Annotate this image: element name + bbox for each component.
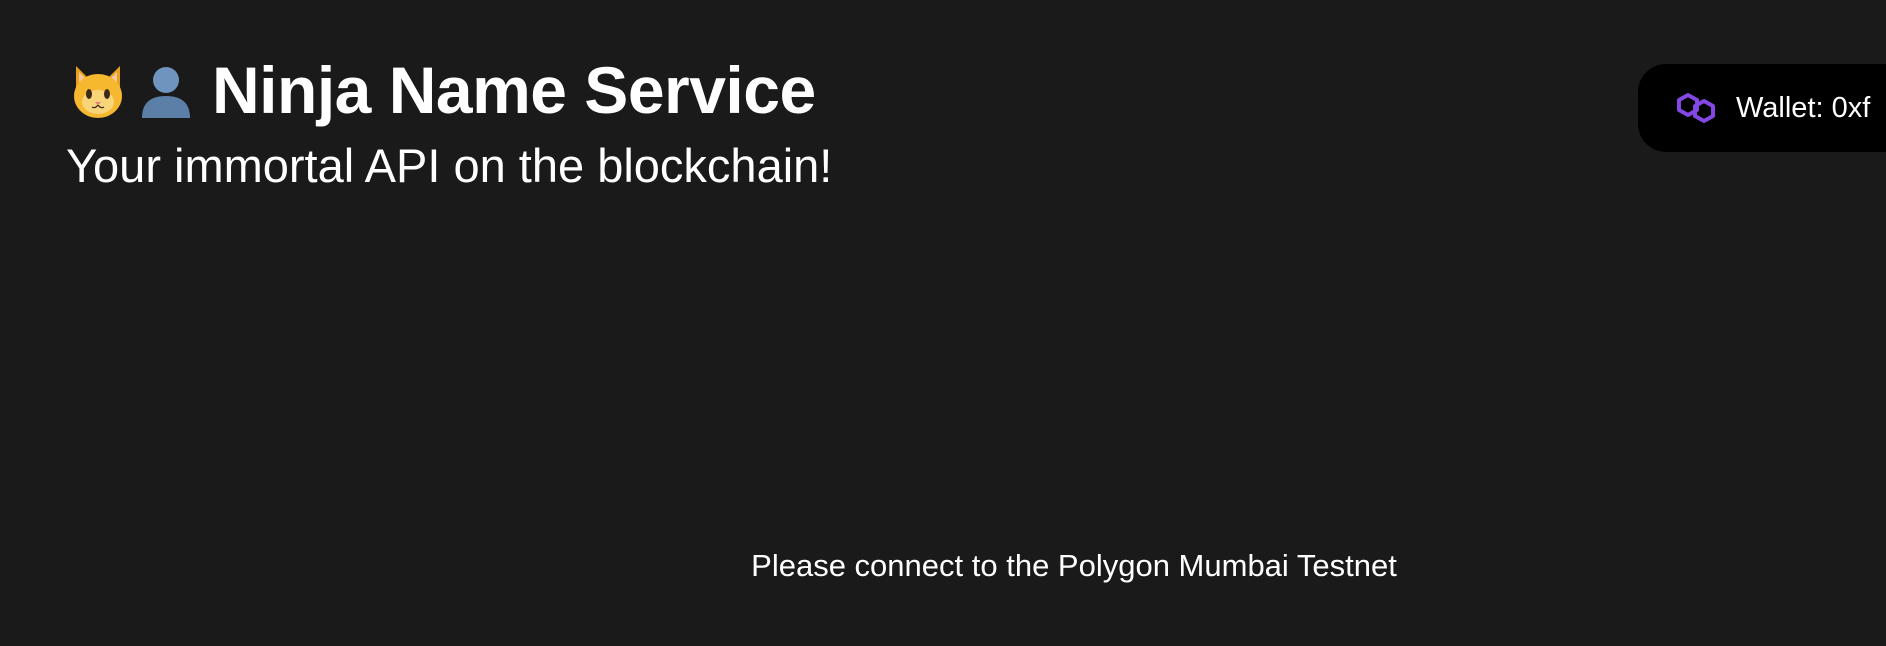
app-page: Ninja Name Service Your immortal API on … [0, 0, 1886, 646]
app-title: Ninja Name Service [212, 53, 816, 127]
connect-network-message: Please connect to the Polygon Mumbai Tes… [751, 548, 1397, 583]
title-row: Ninja Name Service [66, 48, 832, 132]
header: Ninja Name Service Your immortal API on … [66, 48, 832, 194]
polygon-icon [1677, 93, 1715, 123]
cat-face-icon [74, 66, 122, 118]
app-subtitle: Your immortal API on the blockchain! [66, 139, 833, 192]
wallet-button[interactable]: Wallet: 0xf [1638, 64, 1886, 152]
person-silhouette-icon [142, 67, 190, 118]
wallet-address-label: Wallet: 0xf [1736, 91, 1871, 124]
